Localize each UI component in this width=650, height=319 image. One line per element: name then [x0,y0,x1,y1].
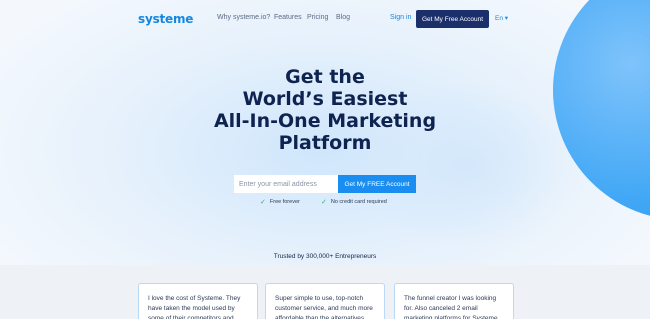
testimonial-card: The funnel creator I was looking for. Al… [394,283,514,319]
get-free-account-submit[interactable]: Get My FREE Account [338,175,416,193]
headline-line: World’s Easiest [242,88,408,110]
check-no-credit-card: ✓ No credit card required [321,198,387,206]
language-selector[interactable]: En ▾ [495,14,508,22]
nav-pricing[interactable]: Pricing [307,14,328,21]
logo[interactable]: systeme [138,12,193,26]
email-input[interactable]: Enter your email address [234,175,338,193]
get-free-account-button[interactable]: Get My Free Account [416,10,489,28]
checkmark-icon: ✓ [260,199,266,206]
headline-line: Get the [285,66,365,88]
trusted-text: Trusted by 300,000+ Entrepreneurs [273,253,377,260]
headline-line: All-In-One Marketing [213,110,437,132]
hero-headline: Get the World’s Easiest All-In-One Marke… [175,66,475,154]
nav-why-systeme[interactable]: Why systeme.io? [217,14,270,21]
check-label: Free forever [269,199,300,205]
testimonial-card: Super simple to use, top-notch customer … [265,283,385,319]
testimonial-card: I love the cost of Systeme. They have ta… [138,283,258,319]
nav-features[interactable]: Features [274,14,302,21]
check-label: No credit card required [330,199,387,205]
headline-line: Platform [278,132,372,154]
checkmark-icon: ✓ [321,199,327,206]
sign-in-link[interactable]: Sign in [390,14,411,21]
nav-blog[interactable]: Blog [336,14,350,21]
check-free-forever: ✓ Free forever [260,198,300,206]
